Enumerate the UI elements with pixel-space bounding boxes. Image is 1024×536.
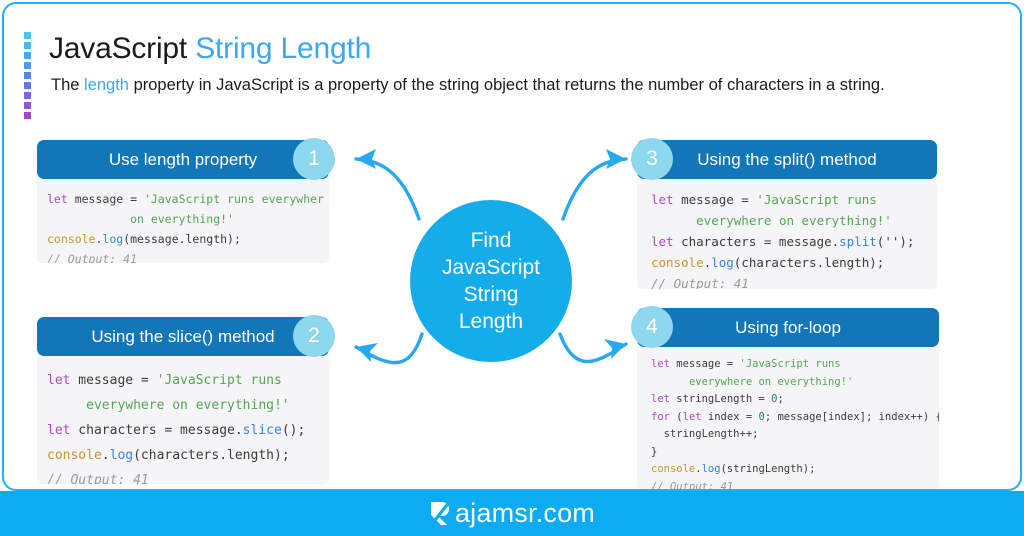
connector-to-panel-4 — [558, 332, 628, 364]
connector-to-panel-2 — [354, 332, 424, 365]
decorative-dot-6 — [24, 82, 31, 89]
panel-3-code: let message = 'JavaScript runs everywher… — [637, 179, 937, 289]
code-line: for (let index = 0; message[index]; inde… — [651, 410, 939, 423]
decorative-dot-2 — [24, 42, 31, 49]
decorative-dot-4 — [24, 62, 31, 69]
panel-2-badge: 2 — [293, 315, 335, 357]
decorative-dot-column — [24, 32, 34, 119]
code-line: console.log(characters.length); — [651, 255, 885, 270]
panel-use-length-property: Use length property 1 let message = 'Jav… — [37, 138, 335, 263]
panel-3-badge: 3 — [631, 138, 673, 180]
center-hub: Find JavaScript String Length — [410, 200, 572, 362]
panel-4-title: Using for-loop — [735, 317, 841, 337]
panel-using-split-method: Using the split() method 3 let message =… — [631, 138, 937, 289]
hub-line-2: JavaScript — [441, 256, 541, 279]
code-line: let stringLength = 0; — [651, 393, 784, 405]
hub-line-4: Length — [458, 310, 524, 333]
code-line: let message = 'JavaScript runs everywher — [47, 192, 324, 206]
decorative-dot-1 — [24, 32, 31, 39]
page-description: The length property in JavaScript is a p… — [51, 74, 961, 97]
code-line: } — [651, 445, 658, 458]
arrowhead-panel-2 — [356, 343, 378, 362]
panel-using-for-loop: Using for-loop 4 let message = 'JavaScri… — [631, 306, 939, 489]
page-title-accent: String Length — [195, 32, 372, 65]
description-part-2: property in JavaScript is a property of … — [129, 76, 885, 94]
code-line: let characters = message.split(''); — [651, 234, 915, 249]
page-title-main: JavaScript — [49, 32, 188, 65]
panel-3-header: Using the split() method 3 — [631, 138, 937, 180]
code-line: // Output: 41 — [651, 276, 749, 289]
brand-wordmark: ajamsr.com — [429, 498, 595, 529]
hub-line-1: Find — [470, 229, 512, 252]
code-line: let message = 'JavaScript runs — [47, 373, 282, 388]
arrowhead-panel-4 — [604, 339, 626, 359]
brand-text: ajamsr.com — [454, 498, 596, 528]
panel-4-header: Using for-loop 4 — [631, 306, 939, 348]
panel-3-title: Using the split() method — [697, 149, 877, 169]
code-line: let characters = message.slice(); — [47, 423, 306, 438]
code-line: let message = 'JavaScript runs — [651, 192, 877, 207]
decorative-dot-9 — [24, 112, 31, 119]
panel-2-header: Using the slice() method 2 — [37, 315, 335, 357]
hub-line-3: String — [463, 283, 519, 306]
panel-1-badge: 1 — [293, 138, 335, 180]
code-line: on everything!' — [130, 212, 234, 226]
code-line: everywhere on everything!' — [688, 375, 854, 388]
code-line: let message = 'JavaScript runs — [651, 358, 841, 370]
panel-2-title: Using the slice() method — [91, 326, 275, 346]
panel-2-code: let message = 'JavaScript runs everywher… — [37, 356, 329, 484]
code-line: everywhere on everything!' — [86, 398, 290, 413]
rajamsr-logo-icon — [430, 500, 452, 525]
decorative-dot-3 — [24, 52, 31, 59]
panel-1-header: Use length property 1 — [37, 138, 335, 180]
page-title: JavaScript String Length — [49, 32, 371, 66]
decorative-dot-8 — [24, 102, 31, 109]
description-keyword: length — [84, 76, 129, 94]
code-line: everywhere on everything!' — [696, 213, 892, 228]
code-line: // Output: 41 — [651, 480, 734, 490]
panel-1-title: Use length property — [108, 149, 258, 169]
panel-1-code: let message = 'JavaScript runs everywher… — [37, 179, 329, 263]
code-line: console.log(stringLength); — [651, 463, 816, 475]
panel-4-badge: 4 — [631, 306, 673, 348]
connector-to-panel-3 — [561, 157, 628, 221]
decorative-dot-7 — [24, 92, 31, 99]
decorative-dot-5 — [24, 72, 31, 79]
infographic-card: JavaScript String Length The length prop… — [2, 2, 1022, 491]
code-line: console.log(characters.length); — [47, 448, 290, 463]
panel-4-code: let message = 'JavaScript runs everywher… — [637, 347, 939, 489]
arrowhead-panel-1 — [356, 149, 376, 169]
footer-bar: ajamsr.com — [0, 491, 1024, 536]
connector-to-panel-1 — [354, 157, 421, 221]
panel-using-slice-method: Using the slice() method 2 let message =… — [37, 315, 335, 484]
code-line: console.log(message.length); — [47, 232, 241, 246]
code-line: // Output: 41 — [47, 473, 149, 484]
code-line: // Output: 41 — [47, 252, 138, 263]
arrowhead-panel-3 — [606, 149, 626, 169]
description-part-1: The — [51, 76, 85, 94]
code-line: stringLength++; — [651, 428, 759, 440]
